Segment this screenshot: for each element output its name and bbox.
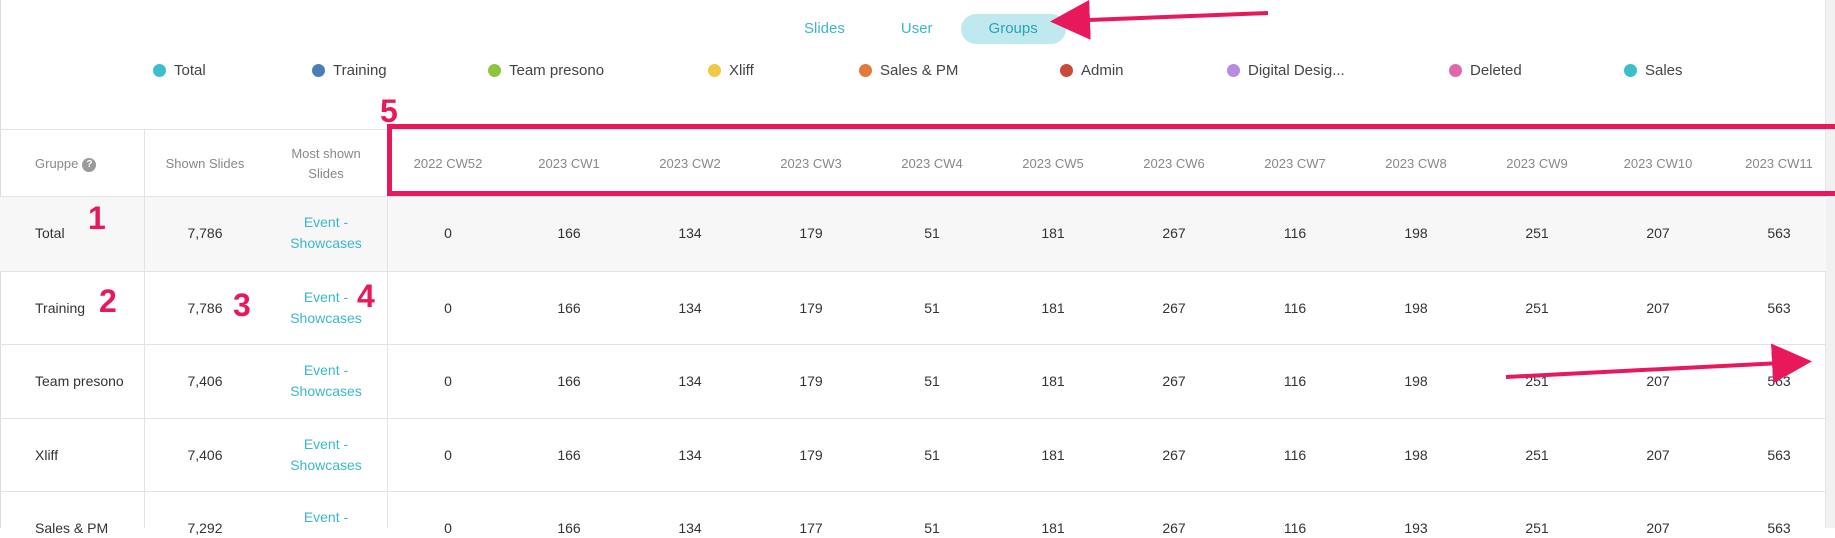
arrow-to-groups-toggle (1050, 0, 1269, 40)
analytics-page: Slides User Groups Total Training Team pre… (0, 0, 1835, 536)
arrow-scroll-right (1505, 343, 1812, 384)
annotation-arrows (1050, 0, 1812, 384)
